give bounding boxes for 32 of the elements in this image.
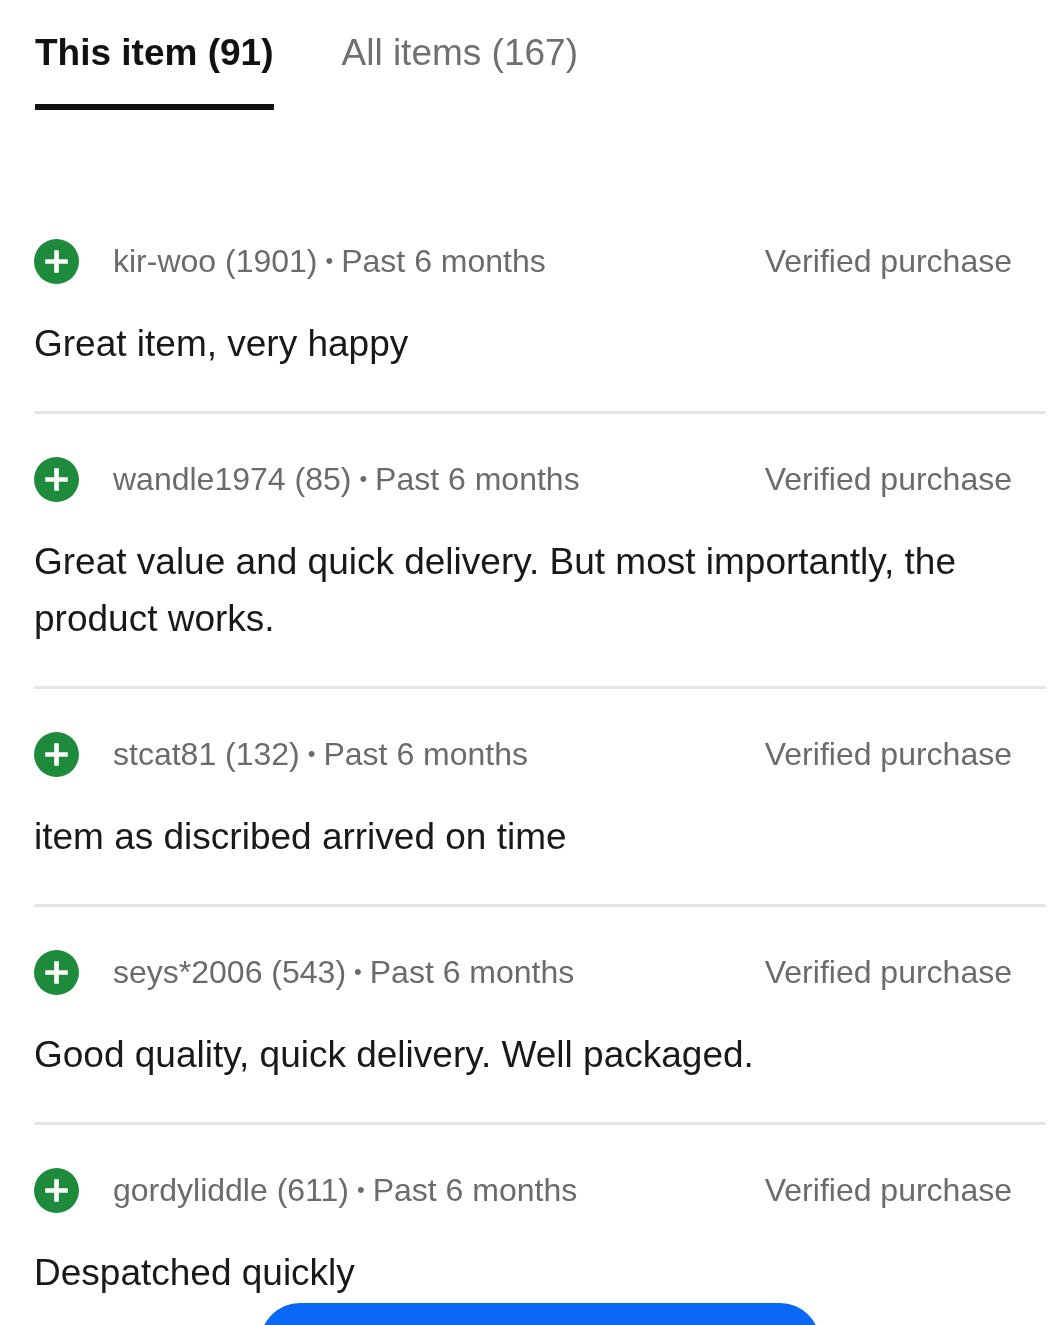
verified-label: Verified purchase [764,953,1012,991]
username: stcat81 (132) [113,735,300,773]
verified-label: Verified purchase [764,460,1012,498]
plus-icon [34,1167,79,1213]
review-text: Great item, very happy [34,322,410,366]
plus-icon [34,731,79,777]
verified-label: Verified purchase [764,1171,1012,1209]
review-text: Despatched quickly [34,1251,356,1295]
tab[interactable]: All items (167) [341,32,578,110]
review-date: Past 6 months [323,735,528,773]
separator: • [359,466,368,492]
plus-icon [34,456,79,502]
review-date: Past 6 months [341,242,546,280]
plus-icon [34,238,79,284]
verified-label: Verified purchase [764,242,1012,280]
tab[interactable]: This item (91) [35,32,274,110]
review-text: Good quality, quick delivery. Well packaged. [34,1033,755,1077]
review-text: item as discribed arrived on time [34,815,568,859]
review-date: Past 6 months [375,460,580,498]
separator: • [357,1177,365,1203]
username: kir-woo (1901) [113,242,318,280]
username: gordyliddle (611) [113,1171,349,1209]
review-date: Past 6 months [369,953,575,991]
verified-label: Verified purchase [764,735,1012,773]
separator: • [325,248,334,274]
review-date: Past 6 months [372,1171,578,1209]
username: seys*2006 (543) [113,953,347,991]
separator: • [307,741,316,767]
plus-icon [34,949,79,995]
review-text: Great value and quick delivery. But most importantly, the product works. [34,540,957,641]
separator: • [354,959,362,985]
username: wandle1974 (85) [113,460,352,498]
